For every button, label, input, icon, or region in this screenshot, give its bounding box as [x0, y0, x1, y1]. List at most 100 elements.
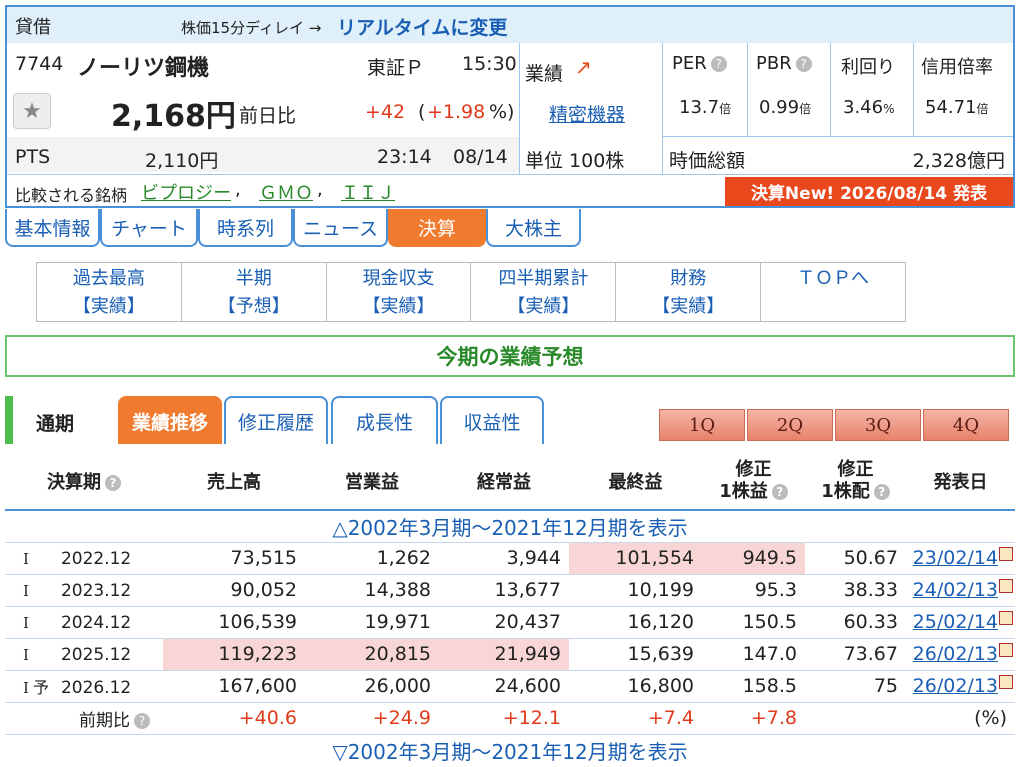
announce-date-cell: 23/02/14 [906, 542, 1015, 575]
yoy-empty [805, 702, 906, 735]
metric-margin-label: 信用倍率 [921, 57, 993, 78]
period-marker [5, 396, 13, 444]
compare-link-3[interactable]: ＩＩＪ [341, 179, 395, 205]
ordinary-income-cell: 20,437 [439, 606, 569, 639]
col-period: 決算期? [5, 452, 163, 511]
operating-income-cell: 14,388 [305, 574, 439, 607]
announce-date-cell: 24/02/13 [906, 574, 1015, 607]
price-change-pct: +1.98 [427, 101, 486, 123]
pts-label: PTS [15, 146, 51, 168]
stock-info-panel: 貸借 株価15分ディレイ → リアルタイムに変更 7744 ノーリツ鋼機 東証Ｐ… [5, 5, 1015, 208]
collapse-history-row[interactable]: ▽2002年3月期～2021年12月期を表示 [5, 734, 1015, 766]
help-icon[interactable]: ? [873, 483, 890, 500]
tab-basic-info[interactable]: 基本情報 [5, 209, 100, 247]
compare-link-1[interactable]: ビプロジー [141, 179, 231, 205]
help-icon[interactable]: ? [771, 483, 788, 500]
period-cell: I 予 2026.12 [5, 670, 163, 703]
subnav-cash-flow[interactable]: 現金収支 【実績】 [327, 263, 472, 321]
ordinary-income-cell: 13,677 [439, 574, 569, 607]
tab-chart[interactable]: チャート [100, 209, 198, 247]
net-income-cell: 10,199 [569, 574, 702, 607]
announce-date-link[interactable]: 24/02/13 [913, 579, 998, 601]
help-icon[interactable]: ? [134, 712, 150, 729]
pdf-icon[interactable] [999, 675, 1013, 689]
quarter-1q-button[interactable]: 1Q [659, 409, 745, 441]
table-row: I 2023.12 90,052 14,388 13,677 10,199 95.… [5, 574, 1015, 607]
tab-shareholders[interactable]: 大株主 [486, 209, 581, 247]
col-sales: 売上高 [163, 452, 305, 511]
metric-per-label: PER? [672, 53, 727, 74]
eps-cell: 949.5 [702, 542, 805, 575]
sales-cell: 106,539 [163, 606, 305, 639]
metric-yield-value: 3.46% [843, 97, 895, 118]
divider [7, 174, 1013, 175]
pdf-icon[interactable] [999, 643, 1013, 657]
help-icon[interactable]: ? [710, 56, 727, 72]
compare-link-2[interactable]: ＧＭＯ [259, 179, 313, 205]
tab-growth[interactable]: 成長性 [331, 396, 438, 444]
lending-label: 貸借 [15, 17, 51, 38]
quote-time: 15:30 [462, 53, 517, 75]
period-cell: I 2022.12 [5, 542, 163, 575]
eps-cell: 147.0 [702, 638, 805, 671]
sales-cell: 119,223 [163, 638, 305, 671]
market-cap-value: 2,328億円 [912, 150, 1005, 172]
pts-date: 08/14 [453, 146, 508, 168]
announce-date-link[interactable]: 26/02/13 [913, 643, 998, 665]
operating-income-cell: 19,971 [305, 606, 439, 639]
net-income-cell: 101,554 [569, 542, 702, 575]
dividend-cell: 73.67 [805, 638, 906, 671]
stock-header-bar [7, 7, 1013, 43]
pdf-icon[interactable] [999, 611, 1013, 625]
eps-cell: 95.3 [702, 574, 805, 607]
tab-timeseries[interactable]: 時系列 [198, 209, 293, 247]
tab-earnings[interactable]: 決算 [388, 209, 486, 247]
announce-date-cell: 26/02/13 [906, 638, 1015, 671]
document-icon[interactable] [999, 579, 1013, 593]
dividend-cell: 38.33 [805, 574, 906, 607]
subnav-financials[interactable]: 財務 【実績】 [616, 263, 762, 321]
table-row: I 2022.12 73,515 1,262 3,944 101,554 949.… [5, 542, 1015, 575]
separator: , [317, 179, 323, 200]
tab-revision-history[interactable]: 修正履歴 [224, 396, 328, 444]
announce-date-link[interactable]: 26/02/13 [913, 675, 998, 697]
quarter-3q-button[interactable]: 3Q [835, 409, 921, 441]
col-ordinary-income: 経常益 [439, 452, 569, 511]
tab-results-trend[interactable]: 業績推移 [118, 396, 222, 444]
stock-price: 2,168円 [111, 99, 236, 134]
collapse-history-link[interactable]: ▽2002年3月期～2021年12月期を表示 [5, 734, 1015, 766]
earnings-announcement-badge[interactable]: 決算New! 2026/08/14 発表 [725, 177, 1013, 206]
expand-history-link[interactable]: △2002年3月期～2021年12月期を表示 [5, 510, 1015, 543]
col-eps: 修正 1株益? [702, 452, 805, 511]
help-icon[interactable]: ? [795, 56, 812, 72]
divider [519, 43, 520, 174]
quarter-4q-button[interactable]: 4Q [923, 409, 1009, 441]
subnav-half-year[interactable]: 半期 【予想】 [182, 263, 327, 321]
forecast-banner: 今期の業績予想 [5, 335, 1015, 377]
dividend-cell: 50.67 [805, 542, 906, 575]
subnav-quarterly[interactable]: 四半期累計 【実績】 [471, 263, 617, 321]
tab-profitability[interactable]: 収益性 [440, 396, 544, 444]
help-icon[interactable]: ? [105, 474, 121, 491]
up-arrow-icon: ↗ [575, 55, 592, 79]
subnav-top[interactable]: ＴＯＰへ [761, 263, 905, 321]
favorite-star-button[interactable]: ★ [13, 93, 51, 129]
document-icon[interactable] [999, 547, 1013, 561]
tab-news[interactable]: ニュース [293, 209, 388, 247]
yoy-net-income: +7.4 [569, 702, 702, 735]
industry-link[interactable]: 精密機器 [549, 100, 625, 127]
divider [662, 136, 1013, 137]
period-label: 通期 [36, 413, 75, 435]
quarter-2q-button[interactable]: 2Q [747, 409, 833, 441]
table-header-row: 決算期? 売上高 営業益 経常益 最終益 修正 1株益? 修正 1株配? 発表日 [5, 452, 1015, 511]
announce-date-link[interactable]: 23/02/14 [913, 547, 998, 569]
yoy-operating-income: +24.9 [305, 702, 439, 735]
market-label: 東証Ｐ [367, 57, 425, 79]
announce-date-cell: 26/02/13 [906, 670, 1015, 703]
expand-history-row[interactable]: △2002年3月期～2021年12月期を表示 [5, 510, 1015, 543]
subnav-record-high[interactable]: 過去最高 【実績】 [37, 263, 182, 321]
compare-label: 比較される銘柄 [15, 186, 128, 205]
announce-date-link[interactable]: 25/02/14 [913, 611, 998, 633]
realtime-link[interactable]: リアルタイムに変更 [337, 13, 507, 40]
announce-date-cell: 25/02/14 [906, 606, 1015, 639]
